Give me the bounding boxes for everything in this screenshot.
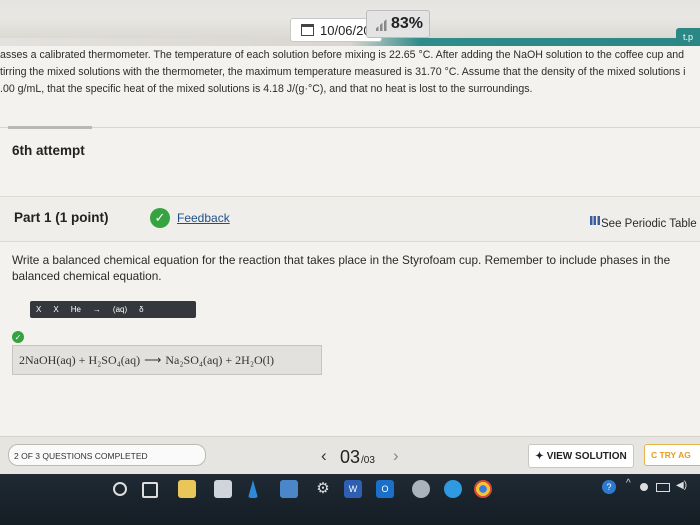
problem-text-line: asses a calibrated thermometer. The temp… [0,49,685,61]
answer-correct-icon: ✓ [12,331,24,343]
battery-indicator: 83% [366,10,430,38]
subscript-button[interactable]: X [30,305,47,314]
equation-product: Na₂SO₄(aq) [165,352,223,367]
view-solution-button[interactable]: ✦ VIEW SOLUTION [528,444,634,468]
problem-text-line: .00 g/mL, that the specific heat of the … [0,83,533,95]
progress-text: 2 OF 3 QUESTIONS COMPLETED [14,451,148,461]
periodic-table-icon[interactable] [590,216,600,225]
periodic-table-link[interactable]: See Periodic Table [601,218,697,230]
delta-button[interactable]: δ [133,305,149,314]
equation-product: 2H₂O(l) [235,352,274,367]
superscript-button[interactable]: X [47,305,64,314]
calendar-icon [301,24,314,36]
outlook-icon[interactable]: O [376,480,394,498]
arrow-button[interactable]: → [87,305,107,314]
equation-arrow: ⟶ [144,352,162,367]
phase-button[interactable]: (aq) [107,305,133,314]
try-again-button[interactable]: C TRY AG [644,444,700,466]
attempt-label: 6th attempt [12,143,85,158]
question-text: Write a balanced chemical equation for t… [12,253,671,283]
problem-text-line: tirring the mixed solutions with the the… [0,66,686,78]
tray-status-icon[interactable] [640,483,648,491]
task-view-icon[interactable] [142,482,158,498]
signal-icon [373,17,389,31]
element-button[interactable]: He [65,305,87,314]
settings-icon[interactable]: ⚙ [314,480,332,498]
battery-text: 83% [390,15,423,32]
feedback-link[interactable]: Feedback [177,211,230,225]
key-icon: ✦ [535,450,544,462]
date-text: 10/06/20 [320,22,371,38]
section-divider [0,127,700,128]
chrome-icon[interactable] [474,480,492,498]
equation-plus: + [225,352,233,367]
next-question-button[interactable]: › [393,446,399,466]
equation-toolbar: X X He → (aq) δ [30,301,196,318]
corner-button[interactable]: t.p [676,28,700,46]
answer-equation-field[interactable]: 2NaOH(aq) + H₂SO₄(aq) ⟶ Na₂SO₄(aq) + 2H₂… [12,345,322,375]
volume-icon[interactable]: ◀) [676,480,687,491]
mail-icon[interactable] [280,480,298,498]
check-icon: ✓ [150,208,170,228]
part-title: Part 1 (1 point) [14,210,109,225]
page-current: 03 [340,447,361,467]
equation-plus: + [78,352,86,367]
word-icon[interactable]: W [344,480,362,498]
search-circle-icon[interactable] [113,482,127,496]
page-total: /03 [361,455,375,466]
help-icon[interactable]: ? [602,480,616,494]
section-divider-accent [8,126,92,129]
main-content [0,46,700,441]
tray-battery-icon[interactable] [656,483,670,492]
file-explorer-icon[interactable] [178,480,196,498]
equation-reactant: H₂SO₄(aq) [88,352,141,367]
view-solution-label: VIEW SOLUTION [546,450,627,462]
equation-reactant: 2NaOH(aq) [19,352,76,367]
tray-chevron-icon[interactable]: ^ [626,478,631,489]
store-icon[interactable] [214,480,232,498]
prev-question-button[interactable]: ‹ [321,446,327,466]
globe-icon[interactable] [412,480,430,498]
edge-browser-icon[interactable] [444,480,462,498]
